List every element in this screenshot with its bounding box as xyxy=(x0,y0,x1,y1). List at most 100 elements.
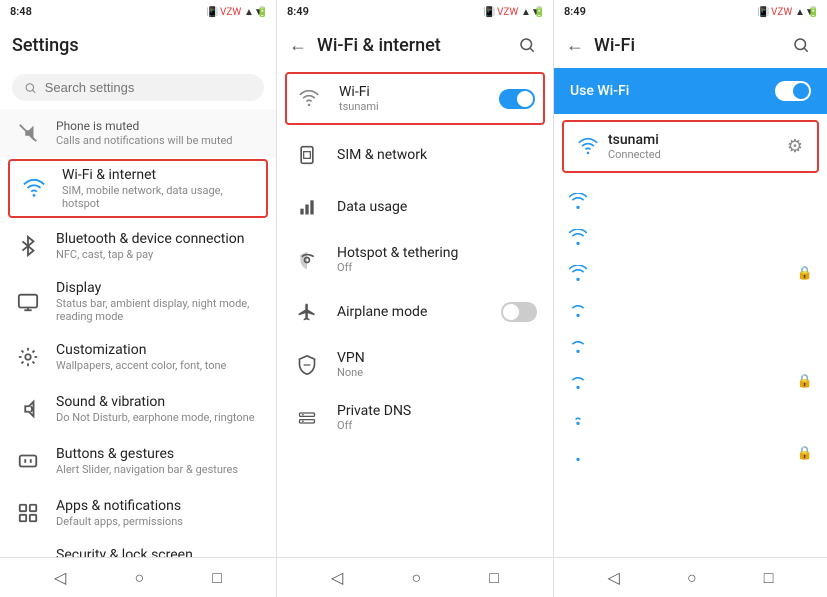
recent-nav-middle[interactable]: □ xyxy=(477,564,511,592)
hotspot-subtitle: Off xyxy=(337,261,537,274)
dns-icon xyxy=(293,404,321,432)
sound-title: Sound & vibration xyxy=(56,394,264,410)
svg-text:📳: 📳 xyxy=(206,5,218,18)
use-wifi-label: Use Wi-Fi xyxy=(570,83,629,99)
wifi-signal-icon xyxy=(568,301,588,317)
hotspot-text: Hotspot & tethering Off xyxy=(337,245,537,274)
wifi-network-item[interactable] xyxy=(554,327,827,363)
wifi-network-item[interactable] xyxy=(554,291,827,327)
middle-panel: 8:49 📳 VZW ▲▼ 🔋 ← Wi-Fi & internet xyxy=(277,0,554,597)
recent-nav-left[interactable]: □ xyxy=(200,564,234,592)
wifi-item-subtitle: SIM, mobile network, data usage, hotspot xyxy=(62,184,258,210)
connected-text: tsunami Connected xyxy=(608,132,787,161)
recent-nav-right[interactable]: □ xyxy=(752,564,786,592)
mid-item-dns[interactable]: Private DNS Off xyxy=(277,391,553,444)
bluetooth-title: Bluetooth & device connection xyxy=(56,231,264,247)
status-bar-middle: 8:49 📳 VZW ▲▼ 🔋 xyxy=(277,0,553,22)
settings-item-apps[interactable]: Apps & notifications Default apps, permi… xyxy=(0,487,276,539)
mid-item-vpn[interactable]: VPN None xyxy=(277,338,553,391)
use-wifi-toggle[interactable] xyxy=(775,81,811,101)
data-text: Data usage xyxy=(337,199,537,215)
middle-title: Wi-Fi & internet xyxy=(317,35,513,56)
search-button-middle[interactable] xyxy=(513,31,541,59)
back-nav-right[interactable]: ◁ xyxy=(596,564,632,591)
settings-item-buttons[interactable]: Buttons & gestures Alert Slider, navigat… xyxy=(0,435,276,487)
bluetooth-subtitle: NFC, cast, tap & pay xyxy=(56,248,264,261)
security-title: Security & lock screen xyxy=(56,547,264,557)
mid-item-airplane[interactable]: Airplane mode xyxy=(277,286,553,338)
airplane-title: Airplane mode xyxy=(337,304,501,320)
vpn-icon xyxy=(293,351,321,379)
right-header: ← Wi-Fi xyxy=(554,22,827,68)
airplane-toggle[interactable] xyxy=(501,302,537,322)
muted-subtitle: Calls and notifications will be muted xyxy=(56,134,264,147)
search-input[interactable] xyxy=(45,80,252,95)
svg-text:🔋: 🔋 xyxy=(807,5,817,18)
wifi-toggle-mid[interactable] xyxy=(499,89,535,109)
middle-header: ← Wi-Fi & internet xyxy=(277,22,553,68)
time-left: 8:48 xyxy=(10,5,32,18)
wifi-item-text: Wi-Fi & internet SIM, mobile network, da… xyxy=(62,167,258,210)
lock-icon: 🔒 xyxy=(797,446,813,461)
display-title: Display xyxy=(56,280,264,296)
home-nav-right[interactable]: ○ xyxy=(675,564,709,592)
svg-text:VZW: VZW xyxy=(771,7,792,18)
use-wifi-bar[interactable]: Use Wi-Fi xyxy=(554,68,827,114)
mid-wifi-title: Wi-Fi xyxy=(339,84,499,100)
mute-icon xyxy=(12,117,44,149)
svg-text:🔋: 🔋 xyxy=(256,5,266,18)
wifi-network-item-locked[interactable]: 🔒 xyxy=(554,435,827,471)
mid-item-wifi[interactable]: Wi-Fi tsunami xyxy=(285,72,545,125)
back-nav-left[interactable]: ◁ xyxy=(42,564,78,591)
connected-network[interactable]: tsunami Connected ⚙ xyxy=(562,120,819,173)
wifi-item-title: Wi-Fi & internet xyxy=(62,167,258,183)
search-bar[interactable] xyxy=(12,74,264,101)
wifi-icon xyxy=(18,173,50,205)
mid-item-data[interactable]: Data usage xyxy=(277,181,553,233)
apps-title: Apps & notifications xyxy=(56,498,264,514)
mid-item-sim[interactable]: SIM & network xyxy=(277,129,553,181)
home-nav-middle[interactable]: ○ xyxy=(399,564,433,592)
wifi-signal-icon xyxy=(568,337,588,353)
security-item-text: Security & lock screen Fingerprint, Face… xyxy=(56,547,264,557)
customization-icon xyxy=(12,341,44,373)
status-icons-right: 📳 VZW ▲▼ 🔋 xyxy=(757,4,817,18)
wifi-network-item[interactable] xyxy=(554,183,827,219)
status-icons-middle: 📳 VZW ▲▼ 🔋 xyxy=(483,4,543,18)
settings-item-customization[interactable]: Customization Wallpapers, accent color, … xyxy=(0,331,276,383)
back-nav-middle[interactable]: ◁ xyxy=(319,564,355,591)
status-bar-left: 8:48 📳 VZW ▲▼ 🔋 xyxy=(0,0,276,22)
search-button-right[interactable] xyxy=(787,31,815,59)
mid-item-hotspot[interactable]: Hotspot & tethering Off xyxy=(277,233,553,286)
wifi-network-item-locked[interactable]: 🔒 xyxy=(554,255,827,291)
svg-text:VZW: VZW xyxy=(220,7,241,18)
vpn-title: VPN xyxy=(337,350,537,366)
settings-item-sound[interactable]: Sound & vibration Do Not Disturb, earpho… xyxy=(0,383,276,435)
apps-subtitle: Default apps, permissions xyxy=(56,515,264,528)
wifi-network-item-locked[interactable]: 🔒 xyxy=(554,363,827,399)
middle-status-icons: 📳 VZW ▲▼ 🔋 xyxy=(483,4,543,18)
sim-text: SIM & network xyxy=(337,147,537,163)
back-arrow-middle[interactable]: ← xyxy=(289,35,307,56)
connected-status: Connected xyxy=(608,148,787,161)
gear-icon[interactable]: ⚙ xyxy=(787,136,803,157)
dns-title: Private DNS xyxy=(337,403,537,419)
data-title: Data usage xyxy=(337,199,537,215)
settings-item-security[interactable]: Security & lock screen Fingerprint, Face… xyxy=(0,539,276,557)
settings-list: Wi-Fi & internet SIM, mobile network, da… xyxy=(0,157,276,557)
wifi-network-item[interactable] xyxy=(554,219,827,255)
search-icon xyxy=(24,81,37,95)
svg-text:📳: 📳 xyxy=(483,5,495,18)
right-title: Wi-Fi xyxy=(594,35,787,56)
home-nav-left[interactable]: ○ xyxy=(122,564,156,592)
time-right: 8:49 xyxy=(564,5,586,18)
back-arrow-right[interactable]: ← xyxy=(566,35,584,56)
left-title: Settings xyxy=(12,35,264,56)
settings-item-display[interactable]: Display Status bar, ambient display, nig… xyxy=(0,272,276,331)
settings-item-wifi[interactable]: Wi-Fi & internet SIM, mobile network, da… xyxy=(8,159,268,218)
sim-icon xyxy=(293,141,321,169)
settings-item-bluetooth[interactable]: Bluetooth & device connection NFC, cast,… xyxy=(0,220,276,272)
time-middle: 8:49 xyxy=(287,5,309,18)
customization-item-text: Customization Wallpapers, accent color, … xyxy=(56,342,264,372)
wifi-network-item[interactable] xyxy=(554,399,827,435)
